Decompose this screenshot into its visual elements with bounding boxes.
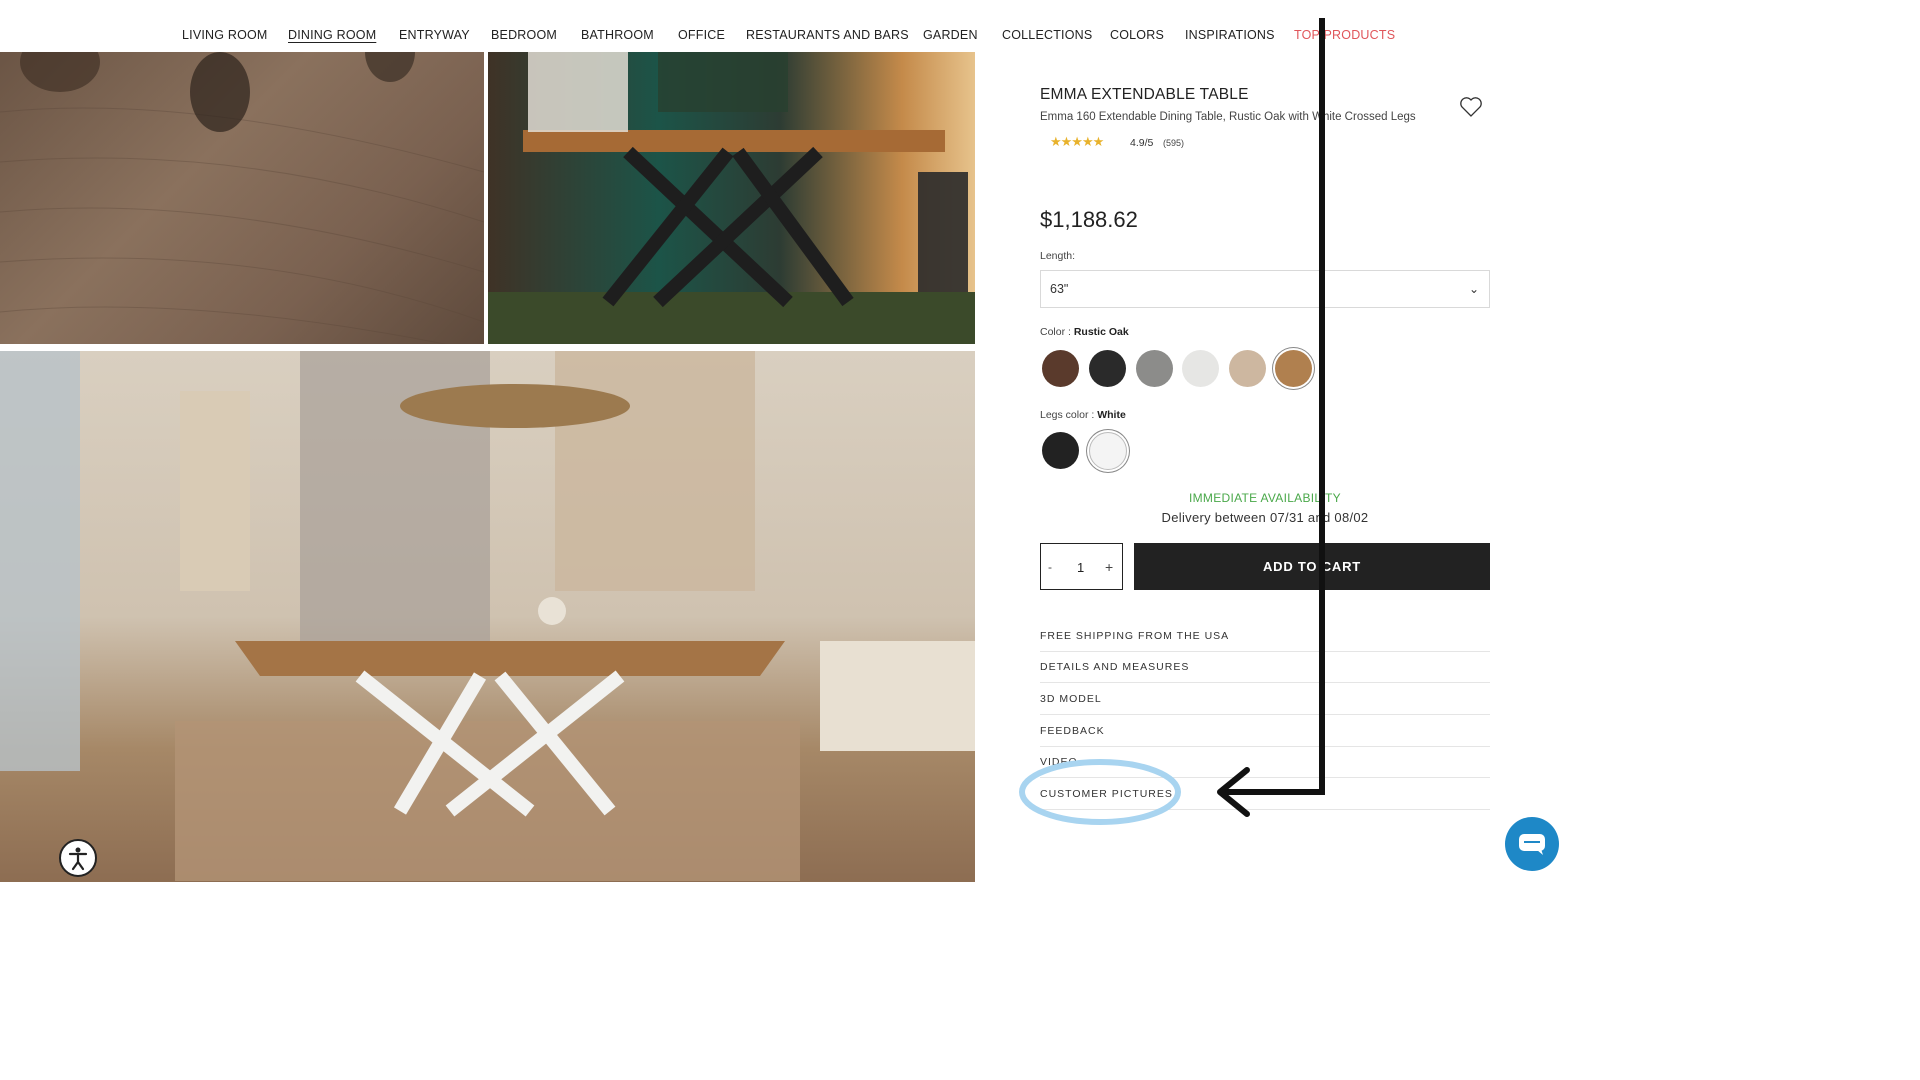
quantity-value[interactable]: 1 (1077, 560, 1084, 575)
nav-collections[interactable]: COLLECTIONS (1002, 28, 1092, 42)
nav-office[interactable]: OFFICE (678, 28, 725, 42)
nav-restaurants-and-bars[interactable]: RESTAURANTS AND BARS (746, 28, 909, 42)
quantity-stepper: - 1 + (1040, 543, 1123, 590)
product-title: EMMA EXTENDABLE TABLE (1040, 86, 1249, 103)
accordion-label: 3D MODEL (1040, 693, 1102, 705)
accordion-details-measures[interactable]: DETAILS AND MEASURES (1040, 651, 1490, 683)
wood-texture-graphic (0, 52, 484, 344)
accessibility-button[interactable] (59, 839, 97, 877)
color-label-text: Color : (1040, 326, 1074, 338)
chevron-down-icon: ⌄ (1468, 282, 1479, 296)
color-swatch-beige[interactable] (1229, 350, 1266, 387)
dining-scene-graphic (488, 52, 975, 344)
accordion-customer-pictures[interactable]: CUSTOMER PICTURES (1040, 778, 1490, 810)
color-swatch-dark-walnut[interactable] (1042, 350, 1079, 387)
nav-bedroom[interactable]: BEDROOM (491, 28, 557, 42)
nav-bathroom[interactable]: BATHROOM (581, 28, 654, 42)
legs-label-text: Legs color : (1040, 409, 1098, 421)
product-image-room-scene[interactable] (0, 351, 975, 882)
length-label: Length: (1040, 250, 1076, 262)
accordion-free-shipping[interactable]: FREE SHIPPING FROM THE USA (1040, 620, 1490, 652)
quantity-decrease-button[interactable]: - (1048, 560, 1052, 574)
top-navigation: LIVING ROOM DINING ROOM ENTRYWAY BEDROOM… (0, 0, 1568, 52)
color-swatch-grey[interactable] (1136, 350, 1173, 387)
chat-button[interactable] (1505, 817, 1559, 871)
product-price: $1,188.62 (1040, 207, 1138, 232)
accordion-video[interactable]: VIDEO (1040, 746, 1490, 778)
accordion-label: FEEDBACK (1040, 725, 1105, 737)
add-to-cart-button[interactable]: ADD TO CART (1134, 543, 1490, 590)
nav-entryway[interactable]: ENTRYWAY (399, 28, 470, 42)
nav-dining-room[interactable]: DINING ROOM (288, 28, 376, 42)
nav-top-products[interactable]: TOP PRODUCTS (1294, 28, 1395, 42)
product-subtitle: Emma 160 Extendable Dining Table, Rustic… (1040, 111, 1416, 123)
heart-icon[interactable] (1459, 96, 1483, 118)
quantity-increase-button[interactable]: + (1105, 559, 1113, 575)
color-swatch-light-grey[interactable] (1182, 350, 1219, 387)
room-scene-graphic (0, 351, 975, 881)
legs-color-value: White (1097, 409, 1126, 421)
color-swatch-black[interactable] (1089, 350, 1126, 387)
rating-score: 4.9/5 (1130, 137, 1154, 149)
accordion-label: CUSTOMER PICTURES (1040, 788, 1173, 800)
legs-swatch-white[interactable] (1089, 432, 1127, 470)
length-value: 63" (1050, 282, 1069, 296)
product-image-dining-scene[interactable] (488, 52, 975, 344)
accordion-label: VIDEO (1040, 756, 1078, 768)
nav-garden[interactable]: GARDEN (923, 28, 978, 42)
availability-status: IMMEDIATE AVAILABILITY (1189, 491, 1341, 505)
product-image-wood-closeup[interactable] (0, 52, 484, 344)
nav-living-room[interactable]: LIVING ROOM (182, 28, 268, 42)
accordion-3d-model[interactable]: 3D MODEL (1040, 683, 1490, 715)
rating-stars: ★★★★★ (1050, 134, 1104, 149)
legs-color-label: Legs color : White (1040, 409, 1126, 421)
nav-colors[interactable]: COLORS (1110, 28, 1164, 42)
legs-swatch-black[interactable] (1042, 432, 1079, 469)
accordion-feedback[interactable]: FEEDBACK (1040, 715, 1490, 747)
review-count[interactable]: (595) (1163, 138, 1184, 148)
length-select[interactable]: 63" ⌄ (1040, 270, 1490, 308)
color-value: Rustic Oak (1073, 326, 1129, 338)
accessibility-icon (68, 847, 88, 871)
accordion-label: DETAILS AND MEASURES (1040, 661, 1190, 673)
color-label: Color : Rustic Oak (1040, 326, 1129, 338)
delivery-dates: Delivery between 07/31 and 08/02 (1161, 510, 1369, 525)
chat-icon (1519, 834, 1545, 855)
accordion-label: FREE SHIPPING FROM THE USA (1040, 630, 1230, 642)
color-swatch-rustic-oak[interactable] (1275, 350, 1312, 387)
nav-inspirations[interactable]: INSPIRATIONS (1185, 28, 1275, 42)
